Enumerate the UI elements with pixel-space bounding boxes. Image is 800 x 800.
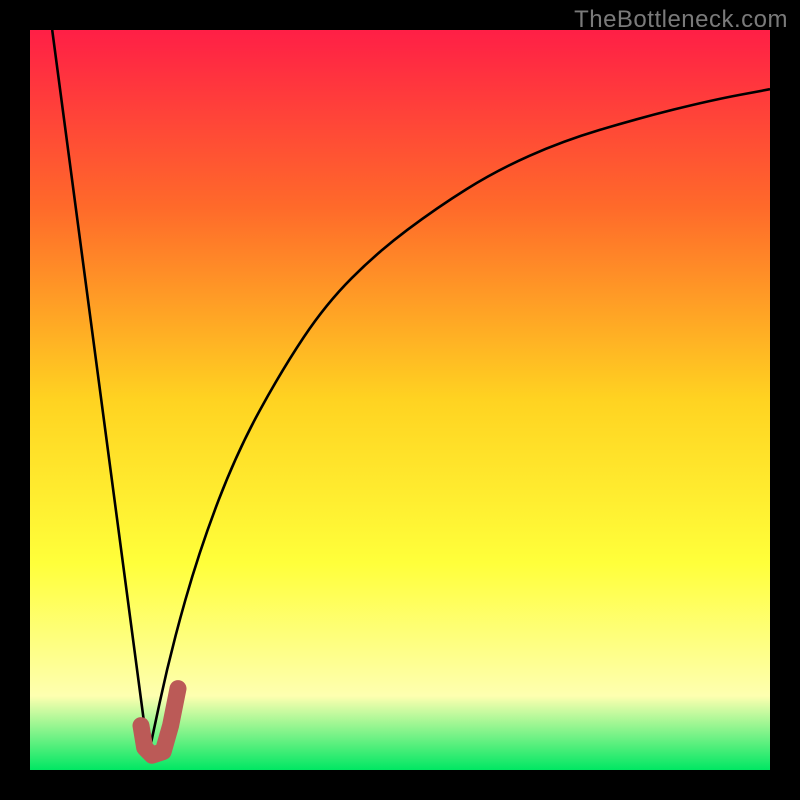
chart-svg xyxy=(30,30,770,770)
chart-frame: TheBottleneck.com xyxy=(0,0,800,800)
gradient-background xyxy=(30,30,770,770)
plot-area xyxy=(30,30,770,770)
